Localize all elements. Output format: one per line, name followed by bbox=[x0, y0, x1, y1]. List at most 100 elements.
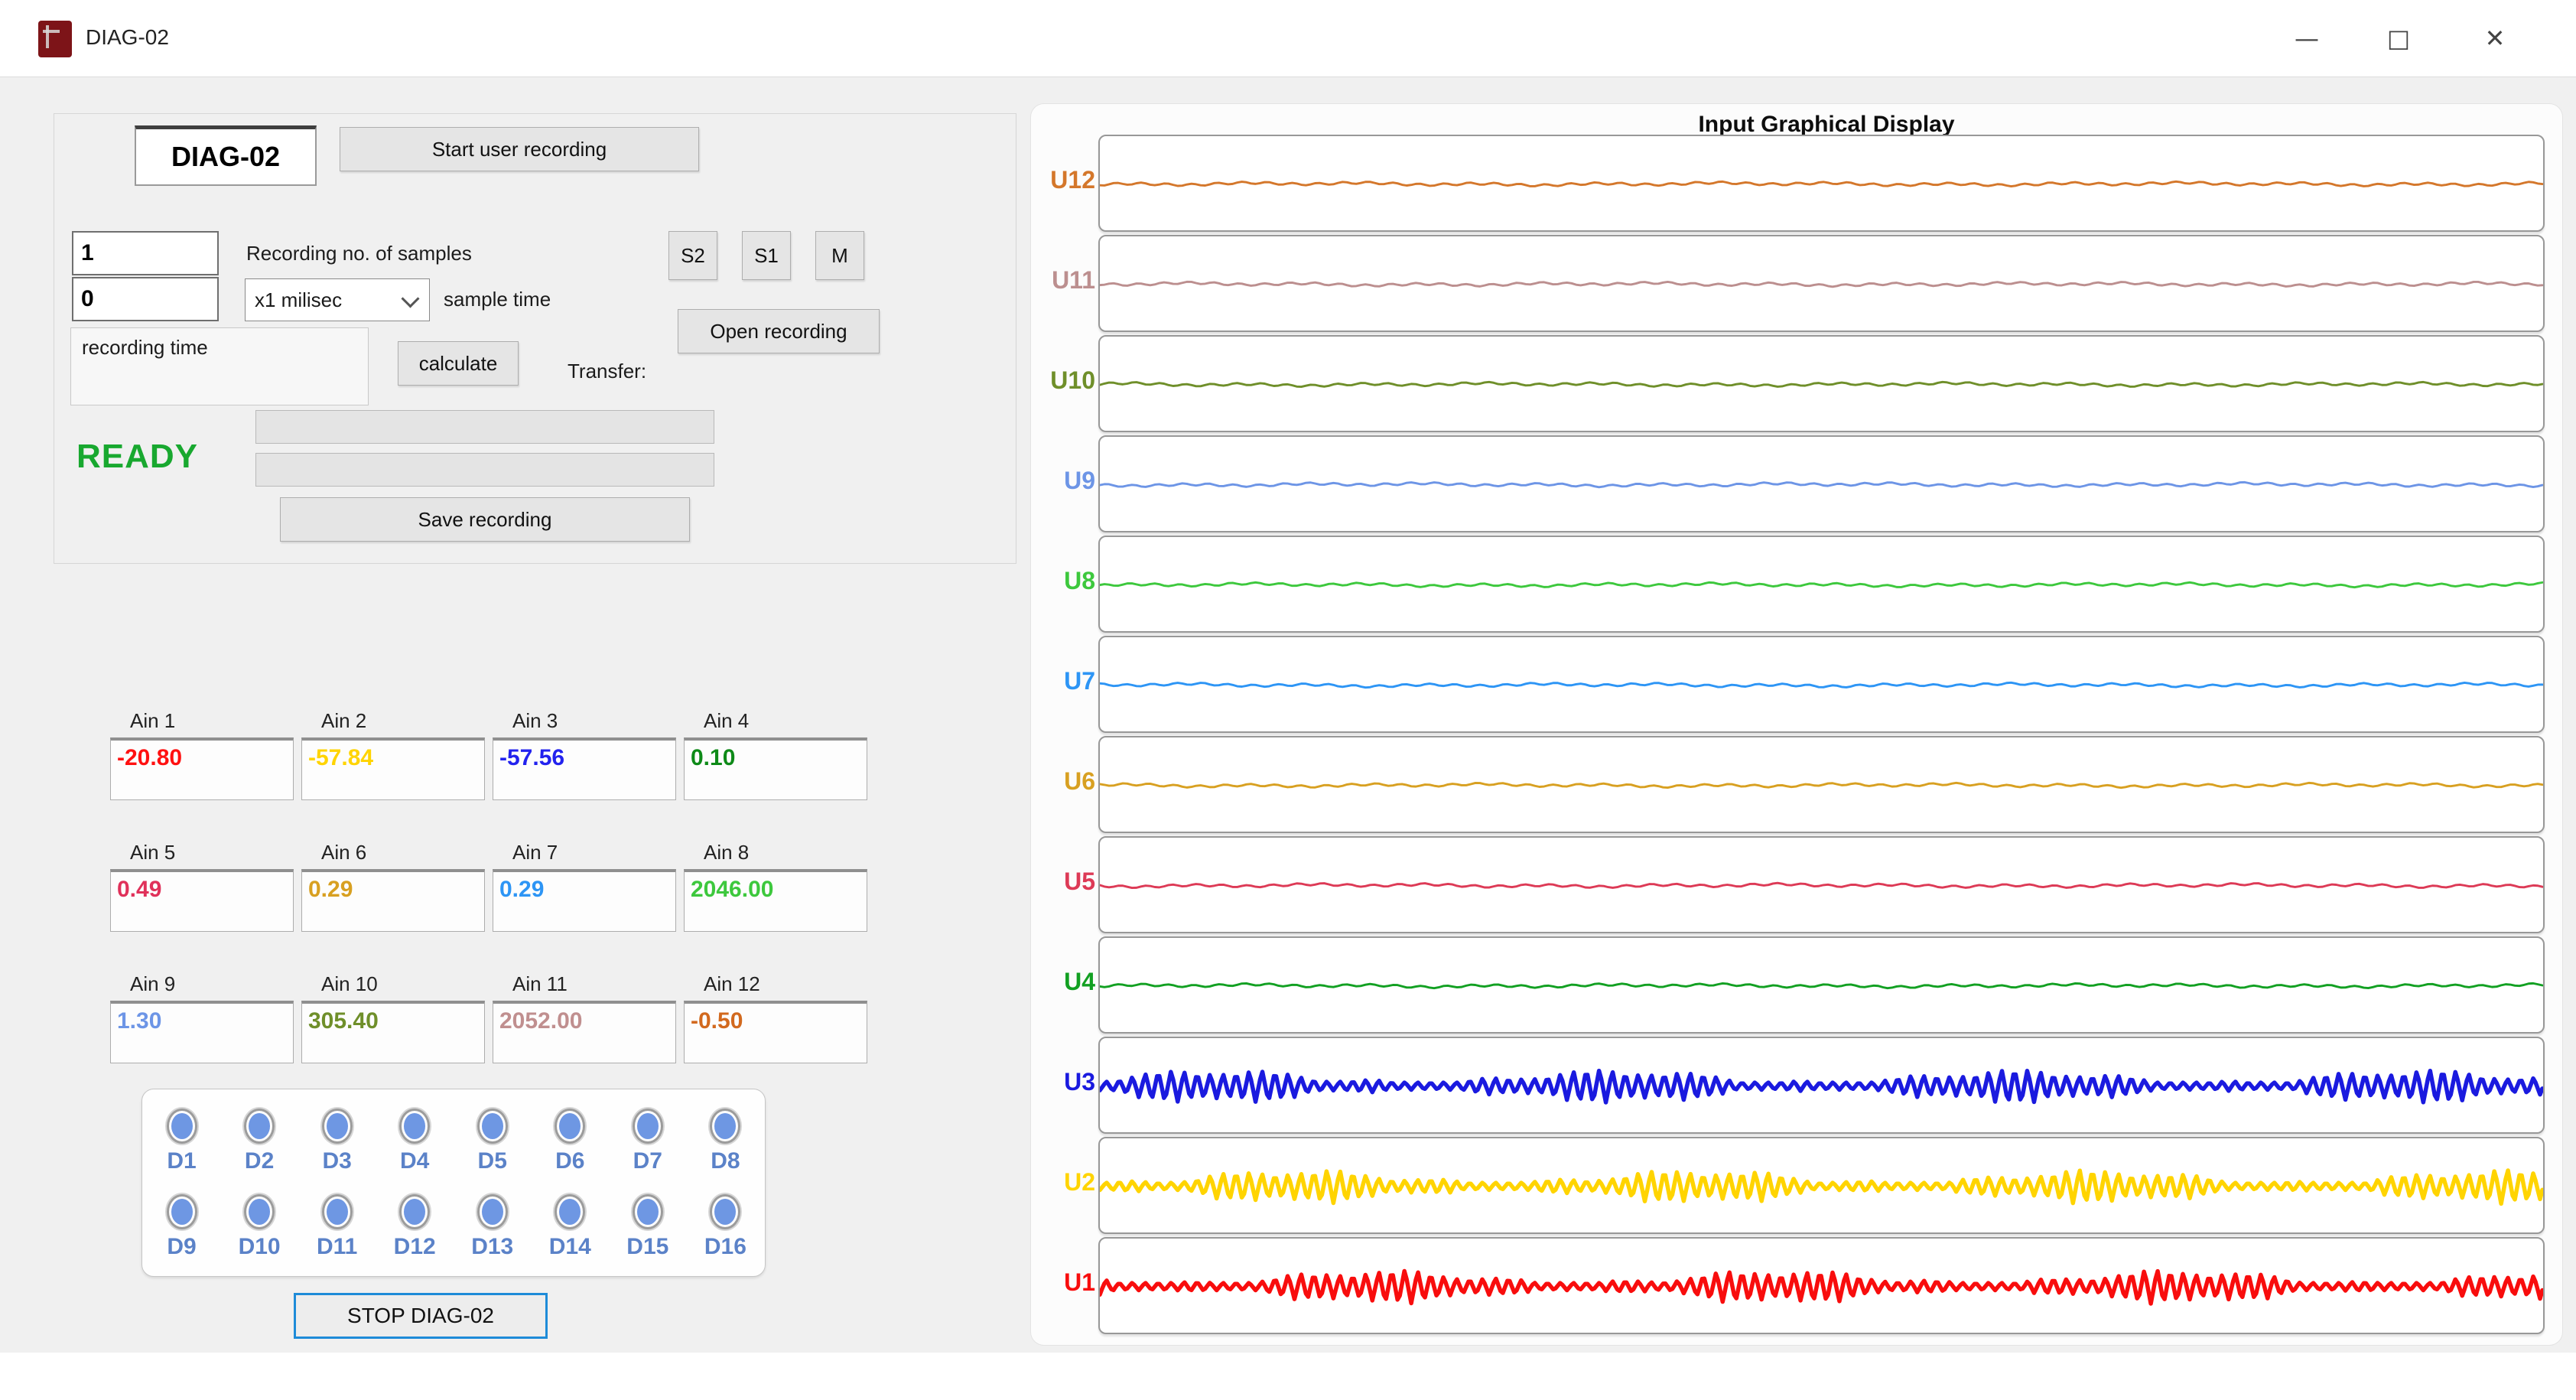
led-icon bbox=[714, 1199, 736, 1225]
maximize-button[interactable]: □ bbox=[2362, 14, 2435, 63]
window-title: DIAG-02 bbox=[86, 25, 169, 50]
analog-input-label: Ain 5 bbox=[110, 837, 294, 864]
minimize-button[interactable]: — bbox=[2270, 14, 2343, 63]
analog-input-label: Ain 4 bbox=[684, 705, 867, 733]
led-label: D14 bbox=[549, 1234, 591, 1260]
analog-input-label: Ain 12 bbox=[684, 969, 867, 996]
channel-strip-panel bbox=[1098, 1137, 2545, 1234]
app-icon bbox=[38, 21, 72, 57]
led-label: D4 bbox=[400, 1148, 429, 1174]
led-label: D2 bbox=[245, 1148, 274, 1174]
led-icon bbox=[482, 1113, 503, 1139]
waveform-trace bbox=[1100, 537, 2543, 631]
title-bar: DIAG-02 — □ ✕ bbox=[0, 0, 2576, 77]
led-label: D7 bbox=[633, 1148, 662, 1174]
analog-input-label: Ain 9 bbox=[110, 969, 294, 996]
channel-label: U2 bbox=[1019, 1168, 1095, 1197]
led-icon bbox=[404, 1113, 425, 1139]
analog-input-6: Ain 60.29 bbox=[301, 837, 485, 932]
calculate-button[interactable]: calculate bbox=[398, 341, 519, 386]
analog-input-label: Ain 1 bbox=[110, 705, 294, 733]
channel-label: U5 bbox=[1019, 868, 1095, 896]
analog-input-label: Ain 10 bbox=[301, 969, 485, 996]
open-recording-button[interactable]: Open recording bbox=[678, 309, 880, 353]
graph-title: Input Graphical Display bbox=[1098, 112, 2555, 138]
analog-input-value: 0.29 bbox=[493, 869, 676, 932]
digital-indicator-D11: D11 bbox=[299, 1191, 376, 1260]
channel-label: U1 bbox=[1019, 1268, 1095, 1297]
led-label: D11 bbox=[317, 1234, 357, 1260]
led-label: D15 bbox=[626, 1234, 668, 1260]
led-icon bbox=[171, 1199, 193, 1225]
channel-strip-panel bbox=[1098, 636, 2545, 733]
start-user-recording-button[interactable]: Start user recording bbox=[340, 127, 699, 171]
analog-input-2: Ain 2-57.84 bbox=[301, 705, 485, 800]
channel-strip-panel bbox=[1098, 1037, 2545, 1134]
waveform-trace bbox=[1100, 1239, 2543, 1333]
sample-time-label: sample time bbox=[444, 288, 551, 311]
analog-input-11: Ain 11 2052.00 bbox=[493, 969, 676, 1063]
analog-input-value: 0.29 bbox=[301, 869, 485, 932]
analog-input-label: Ain 11 bbox=[493, 969, 676, 996]
digital-indicator-D8: D8 bbox=[687, 1105, 763, 1174]
analog-input-7: Ain 70.29 bbox=[493, 837, 676, 932]
chevron-down-icon bbox=[401, 289, 419, 308]
graph-channel-U9: U9 bbox=[1098, 435, 2545, 532]
graph-channel-U3: U3 bbox=[1098, 1037, 2545, 1134]
save-recording-button[interactable]: Save recording bbox=[280, 497, 690, 542]
digital-indicator-D6: D6 bbox=[532, 1105, 608, 1174]
analog-input-3: Ain 3-57.56 bbox=[493, 705, 676, 800]
channel-label: U11 bbox=[1019, 266, 1095, 295]
digital-indicator-D12: D12 bbox=[376, 1191, 453, 1260]
graph-channel-U10: U10 bbox=[1098, 335, 2545, 432]
digital-indicator-D15: D15 bbox=[610, 1191, 686, 1260]
stop-diag-button[interactable]: STOP DIAG-02 bbox=[294, 1293, 548, 1339]
analog-input-1: Ain 1-20.80 bbox=[110, 705, 294, 800]
samples-count-label: Recording no. of samples bbox=[246, 242, 472, 265]
waveform-trace bbox=[1100, 1138, 2543, 1232]
channel-strip-panel bbox=[1098, 335, 2545, 432]
recording-time-box: recording time bbox=[70, 327, 369, 405]
graph-channel-U7: U7 bbox=[1098, 636, 2545, 733]
analog-input-5: Ain 5 0.49 bbox=[110, 837, 294, 932]
analog-input-8: Ain 82046.00 bbox=[684, 837, 867, 932]
analog-input-value: 305.40 bbox=[301, 1001, 485, 1063]
graph-channel-U2: U2 bbox=[1098, 1137, 2545, 1234]
m-button[interactable]: M bbox=[815, 231, 864, 280]
analog-input-4: Ain 40.10 bbox=[684, 705, 867, 800]
analog-input-value: 0.49 bbox=[110, 869, 294, 932]
channel-strip-panel bbox=[1098, 836, 2545, 933]
analog-input-value: 2052.00 bbox=[493, 1001, 676, 1063]
s1-button[interactable]: S1 bbox=[742, 231, 791, 280]
led-icon bbox=[249, 1199, 270, 1225]
led-icon bbox=[637, 1199, 659, 1225]
led-label: D8 bbox=[711, 1148, 740, 1174]
led-label: D1 bbox=[167, 1148, 196, 1174]
channel-strip-panel bbox=[1098, 135, 2545, 232]
close-button[interactable]: ✕ bbox=[2458, 14, 2532, 63]
led-label: D16 bbox=[704, 1234, 746, 1260]
device-name-label: DIAG-02 bbox=[135, 125, 317, 186]
channel-strip-panel bbox=[1098, 435, 2545, 532]
channel-strip-panel bbox=[1098, 536, 2545, 633]
waveform-trace bbox=[1100, 337, 2543, 431]
transfer-progress-bar-2 bbox=[255, 453, 714, 487]
graph-channel-U5: U5 bbox=[1098, 836, 2545, 933]
digital-indicator-D2: D2 bbox=[221, 1105, 298, 1174]
waveform-trace bbox=[1100, 938, 2543, 1032]
channel-label: U9 bbox=[1019, 467, 1095, 495]
time-value-input[interactable] bbox=[72, 277, 219, 321]
graph-channel-U11: U11 bbox=[1098, 235, 2545, 332]
analog-input-12: Ain 12-0.50 bbox=[684, 969, 867, 1063]
channel-label: U8 bbox=[1019, 567, 1095, 595]
waveform-trace bbox=[1100, 236, 2543, 330]
digital-indicator-D16: D16 bbox=[687, 1191, 763, 1260]
led-icon bbox=[559, 1199, 581, 1225]
status-text: READY bbox=[76, 438, 198, 476]
analog-input-label: Ain 2 bbox=[301, 705, 485, 733]
samples-count-input[interactable] bbox=[72, 231, 219, 275]
waveform-trace bbox=[1100, 737, 2543, 832]
led-icon bbox=[404, 1199, 425, 1225]
s2-button[interactable]: S2 bbox=[668, 231, 717, 280]
sample-time-select[interactable]: x1 milisec bbox=[245, 278, 430, 321]
